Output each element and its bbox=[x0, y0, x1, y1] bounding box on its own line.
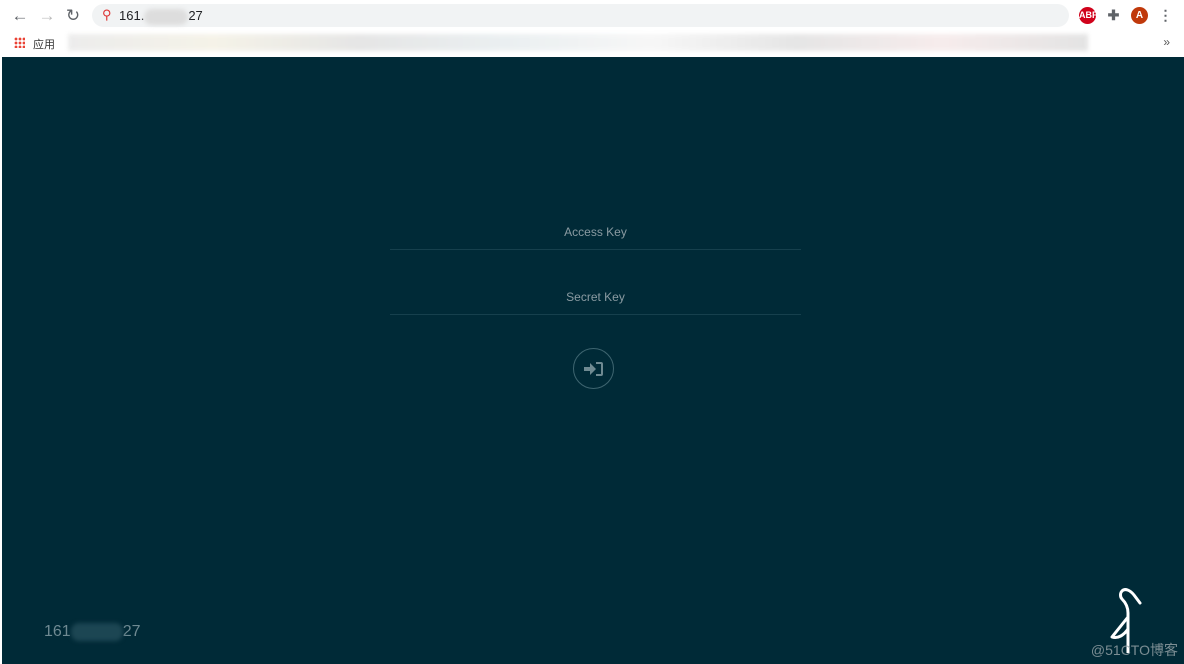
sign-in-icon bbox=[583, 361, 603, 376]
url-text: 161. 27 bbox=[119, 8, 203, 25]
browser-toolbar: ← → ↻ ⚲ 161. 27 ABP ✚ A ⋮ bbox=[0, 0, 1184, 31]
reload-icon[interactable]: ↻ bbox=[63, 6, 83, 26]
extensions-icon[interactable]: ✚ bbox=[1105, 7, 1122, 24]
apps-label[interactable]: 应用 bbox=[33, 36, 55, 52]
secret-key-input[interactable] bbox=[390, 279, 801, 314]
access-key-field[interactable] bbox=[390, 214, 801, 250]
login-button[interactable] bbox=[573, 348, 614, 389]
watermark: @51CTO博客 bbox=[1090, 642, 1178, 658]
adblock-icon[interactable]: ABP bbox=[1079, 7, 1098, 24]
host-address: 161 27 bbox=[44, 623, 141, 641]
blurred-bookmarks bbox=[68, 34, 1088, 51]
back-icon[interactable]: ← bbox=[10, 6, 30, 26]
forward-icon[interactable]: → bbox=[37, 6, 57, 26]
more-bookmarks-icon[interactable]: » bbox=[1163, 35, 1170, 49]
access-key-input[interactable] bbox=[390, 214, 801, 249]
secret-key-field[interactable] bbox=[390, 279, 801, 315]
menu-icon[interactable]: ⋮ bbox=[1157, 7, 1174, 24]
apps-icon[interactable] bbox=[14, 37, 25, 48]
profile-avatar[interactable]: A bbox=[1131, 7, 1148, 24]
login-page: 16127 @51CTO博客 bbox=[2, 57, 1184, 664]
minio-favicon-icon: ⚲ bbox=[102, 7, 112, 22]
bookmarks-bar: 应用 » bbox=[0, 31, 1184, 56]
address-bar[interactable]: ⚲ 161. 27 bbox=[92, 4, 1069, 27]
